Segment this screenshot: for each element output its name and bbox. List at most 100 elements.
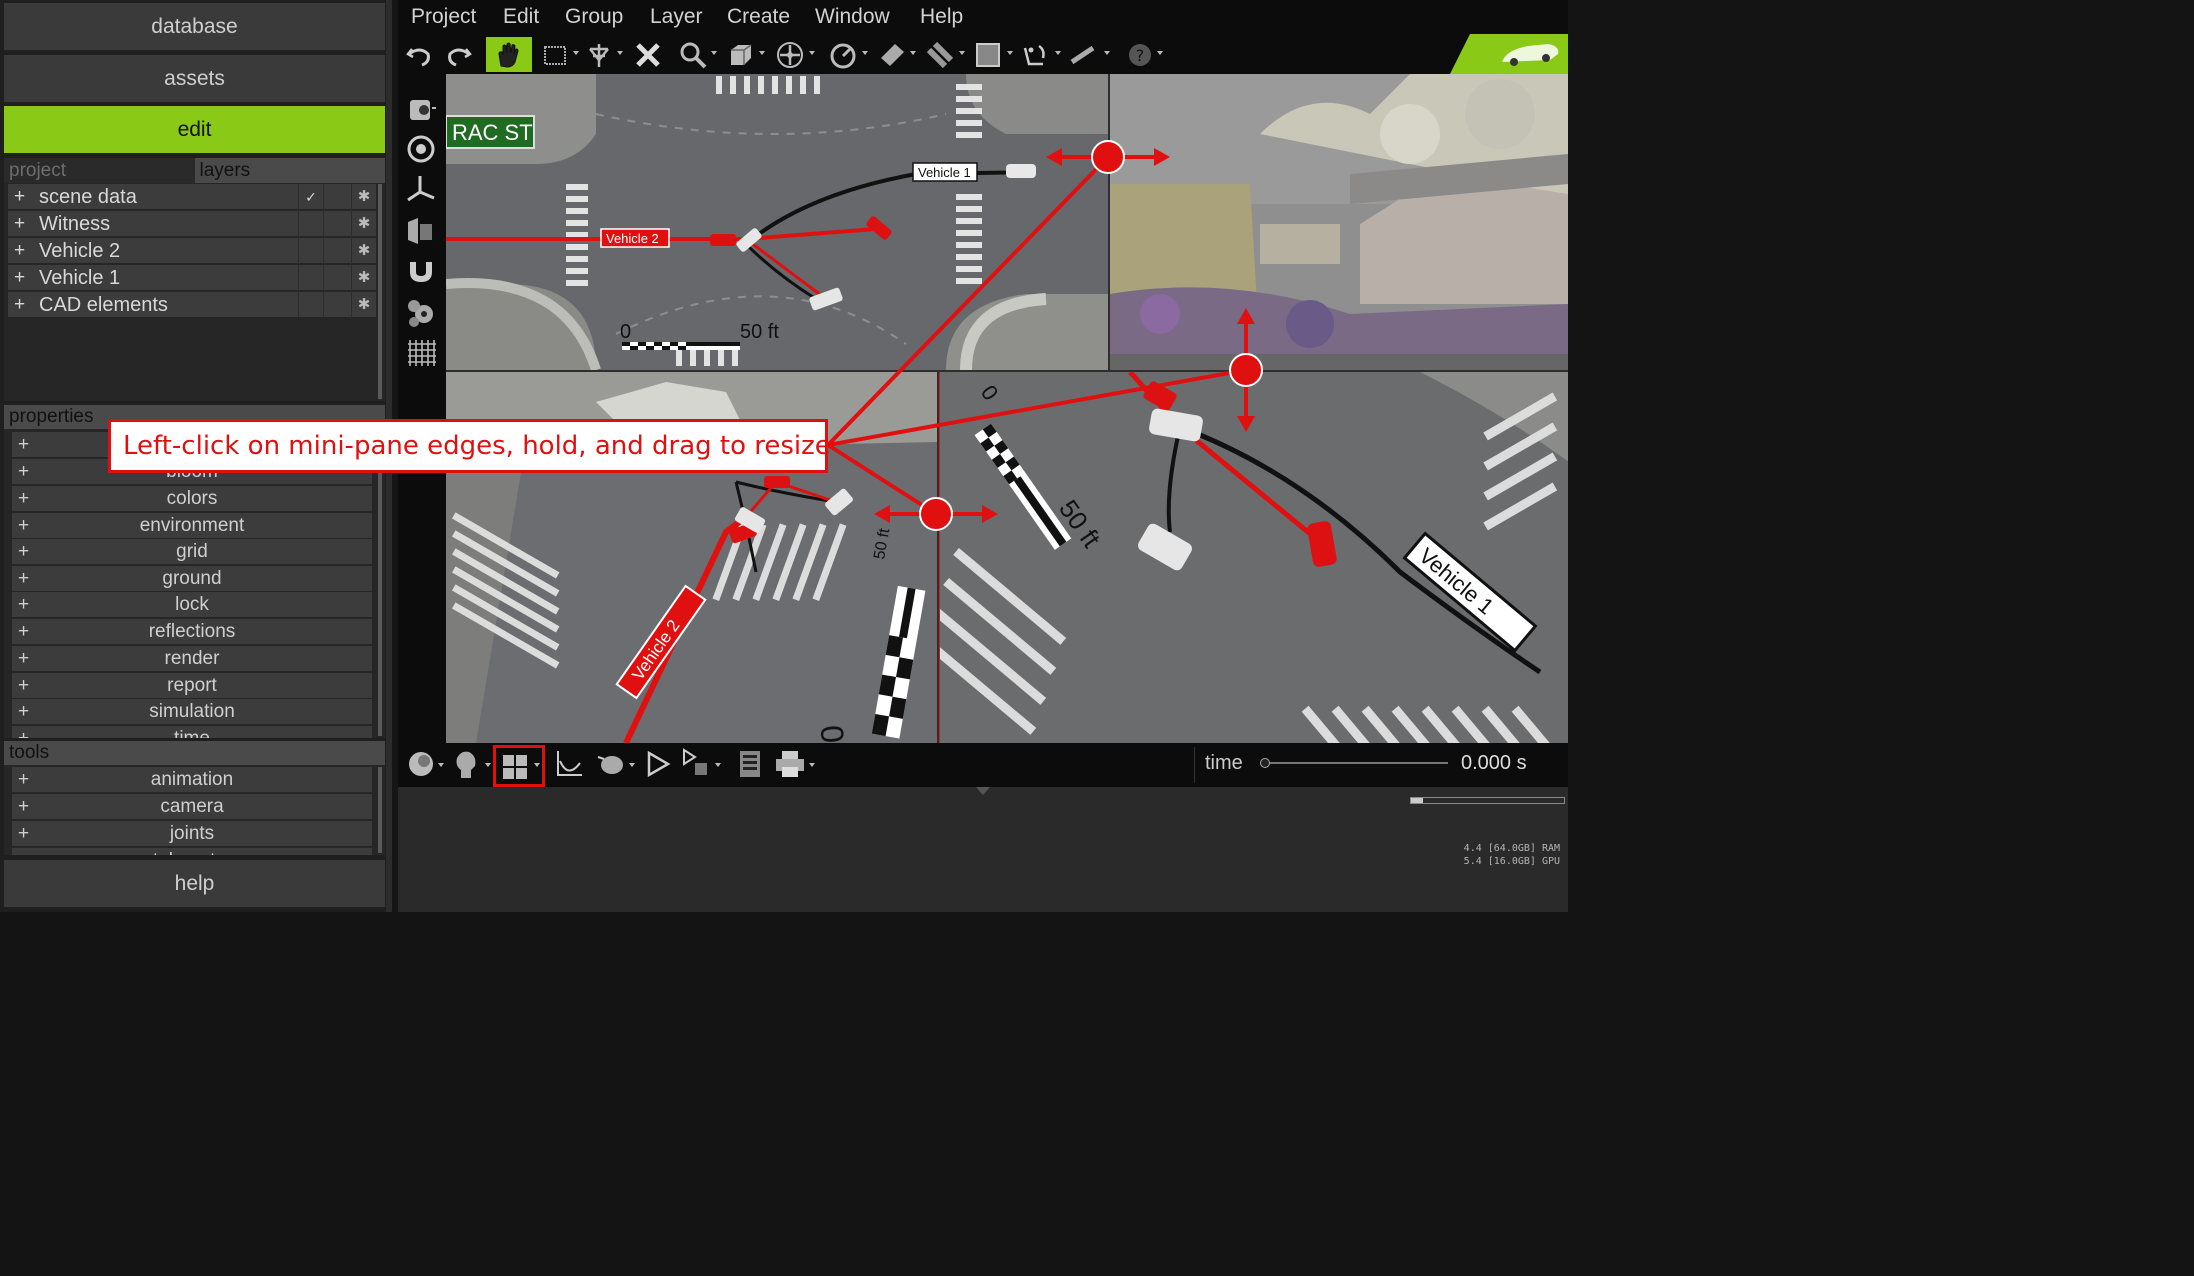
chevron-down-icon[interactable] [1157,51,1163,55]
magnet-icon[interactable] [404,254,438,288]
property-row-ground[interactable]: + ground [12,566,372,591]
menu-layer[interactable]: Layer [650,5,703,29]
property-row-report[interactable]: + report [12,673,372,698]
target-icon[interactable] [404,132,438,166]
properties-scrollbar[interactable] [378,431,382,736]
expand-icon[interactable]: + [18,539,29,564]
move-icon[interactable] [775,40,805,70]
play-icon[interactable] [644,749,672,779]
chevron-down-icon[interactable] [1104,51,1110,55]
box-icon[interactable] [726,40,756,70]
edit-button[interactable]: edit [4,106,385,154]
tube-icon[interactable] [925,40,955,70]
menu-window[interactable]: Window [815,5,890,29]
ruler-icon[interactable] [877,40,907,70]
tool-row-animation[interactable]: + animation [12,767,372,792]
pin-icon[interactable] [584,40,614,70]
tools-header[interactable]: tools [4,741,385,765]
tool-row-camera[interactable]: + camera [12,794,372,819]
expand-icon[interactable]: + [14,265,25,291]
layout-button[interactable] [493,745,545,787]
report-icon[interactable] [736,749,764,779]
menu-edit[interactable]: Edit [503,5,539,29]
delete-icon[interactable] [633,40,663,70]
plane-icon[interactable] [973,40,1003,70]
expand-icon[interactable]: + [14,184,25,210]
expand-icon[interactable]: + [18,592,29,617]
expand-icon[interactable]: + [14,292,25,318]
expand-icon[interactable]: + [18,726,29,738]
visibility-check-icon[interactable] [298,292,324,318]
property-row-time[interactable]: + time [12,726,372,738]
property-row-environment[interactable]: + environment [12,513,372,538]
lock-toggle[interactable] [326,292,352,318]
door-icon[interactable] [404,214,438,248]
chevron-down-icon[interactable] [1007,51,1013,55]
tools-scrollbar[interactable] [378,767,382,853]
chevron-down-icon[interactable] [711,51,717,55]
menu-help[interactable]: Help [920,5,963,29]
lock-toggle[interactable] [326,265,352,291]
graph-icon[interactable] [554,749,584,779]
expand-icon[interactable]: + [18,821,29,846]
expand-icon[interactable]: + [18,794,29,819]
time-slider-track[interactable] [1260,758,1448,768]
lock-toggle[interactable] [326,238,352,264]
property-row-colors[interactable]: + colors [12,486,372,511]
chevron-down-icon[interactable] [715,763,721,767]
tab-layers[interactable]: layers [194,158,385,183]
mini-pane-top[interactable]: RAC ST Vehicle 1 Vehicle 2 0 50 ft [446,74,1108,370]
chevron-down-icon[interactable] [573,51,579,55]
bend-icon[interactable] [1021,40,1051,70]
axis-icon[interactable] [404,172,438,206]
chevron-down-icon[interactable] [485,763,491,767]
hand-tool-button[interactable] [486,37,532,72]
layers-scrollbar[interactable] [378,184,382,399]
gauge-icon[interactable] [828,40,858,70]
expand-icon[interactable]: + [18,432,29,457]
collapse-handle-icon[interactable] [976,787,990,795]
expand-icon[interactable]: + [18,646,29,671]
settings-icon[interactable]: ✱ [353,238,375,264]
tool-row-telemetry[interactable]: + telemetry [12,848,372,855]
help-icon[interactable]: ? [1125,40,1155,70]
layer-row-cad-elements[interactable]: + CAD elements ✱ [8,292,376,318]
print-icon[interactable] [774,749,806,779]
expand-icon[interactable]: + [18,619,29,644]
chevron-down-icon[interactable] [629,763,635,767]
visibility-check-icon[interactable] [298,265,324,291]
expand-icon[interactable]: + [18,673,29,698]
settings-icon[interactable]: ✱ [353,184,375,210]
viewport-3d[interactable]: RAC ST Vehicle 1 Vehicle 2 0 50 ft Vehic… [446,74,1568,743]
tool-row-joints[interactable]: + joints [12,821,372,846]
property-row-render[interactable]: + render [12,646,372,671]
property-row-grid[interactable]: + grid [12,539,372,564]
sphere-icon[interactable] [406,749,436,779]
chevron-down-icon[interactable] [959,51,965,55]
time-slider-handle[interactable] [1260,758,1270,768]
undo-icon[interactable] [404,40,434,70]
chevron-down-icon[interactable] [1055,51,1061,55]
expand-icon[interactable]: + [18,767,29,792]
chevron-down-icon[interactable] [759,51,765,55]
property-row-reflections[interactable]: + reflections [12,619,372,644]
expand-icon[interactable]: + [14,238,25,264]
layer-row-vehicle-1[interactable]: + Vehicle 1 ✱ [8,265,376,291]
layer-row-vehicle-2[interactable]: + Vehicle 2 ✱ [8,238,376,264]
expand-icon[interactable]: + [14,211,25,237]
chevron-down-icon[interactable] [862,51,868,55]
chevron-down-icon[interactable] [809,51,815,55]
settings-icon[interactable]: ✱ [353,211,375,237]
grid-icon[interactable] [404,336,438,370]
layer-row-scene-data[interactable]: + scene data ✓ ✱ [8,184,376,210]
lock-toggle[interactable] [326,184,352,210]
property-row-lock[interactable]: + lock [12,592,372,617]
head-icon[interactable] [451,748,481,780]
expand-icon[interactable]: + [18,699,29,724]
chevron-down-icon[interactable] [910,51,916,55]
visibility-check-icon[interactable]: ✓ [298,184,324,210]
property-row-simulation[interactable]: + simulation [12,699,372,724]
chevron-down-icon[interactable] [438,763,444,767]
help-button[interactable]: help [4,860,385,908]
redo-icon[interactable] [444,40,474,70]
